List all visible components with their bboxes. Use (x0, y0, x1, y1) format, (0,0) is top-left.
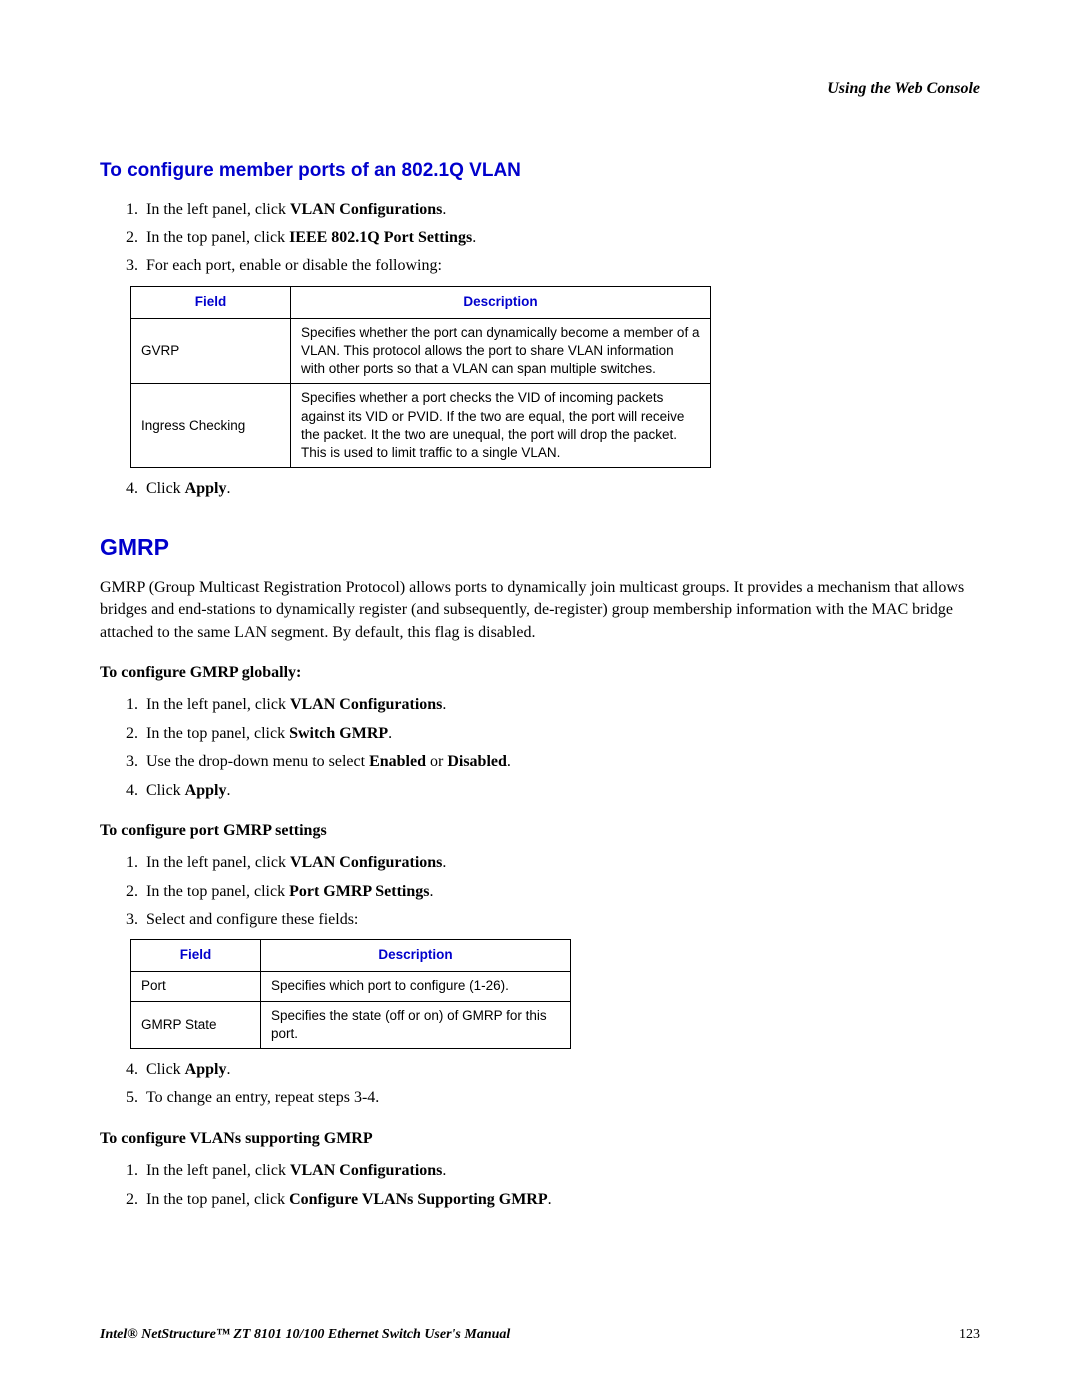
table-cell: Port (131, 972, 261, 1001)
section-heading-gmrp: GMRP (100, 531, 980, 563)
running-header: Using the Web Console (100, 80, 980, 98)
list-item: For each port, enable or disable the fol… (142, 255, 980, 277)
table-cell: GVRP (131, 318, 291, 384)
list-item: In the top panel, click Switch GMRP. (142, 723, 980, 745)
table-header-field: Field (131, 940, 261, 972)
table-cell: Specifies which port to configure (1-26)… (261, 972, 571, 1001)
table-header-field: Field (131, 286, 291, 318)
list-item: To change an entry, repeat steps 3-4. (142, 1087, 980, 1109)
table-row: Ingress Checking Specifies whether a por… (131, 384, 711, 468)
table-header-row: Field Description (131, 940, 571, 972)
list-item: In the left panel, click VLAN Configurat… (142, 852, 980, 874)
subheading-gmrp-port: To configure port GMRP settings (100, 820, 980, 842)
steps-list-gmrp-port-a: In the left panel, click VLAN Configurat… (100, 852, 980, 931)
footer-title: Intel® NetStructure™ ZT 8101 10/100 Ethe… (100, 1327, 510, 1343)
subheading-gmrp-vlans: To configure VLANs supporting GMRP (100, 1128, 980, 1150)
list-item: In the top panel, click Port GMRP Settin… (142, 881, 980, 903)
steps-list-gmrp-port-b: Click Apply. To change an entry, repeat … (100, 1059, 980, 1110)
steps-list-gmrp-global: In the left panel, click VLAN Configurat… (100, 694, 980, 802)
table-gmrp-fields: Field Description Port Specifies which p… (130, 939, 571, 1049)
table-header-description: Description (291, 286, 711, 318)
list-item: In the left panel, click VLAN Configurat… (142, 694, 980, 716)
list-item: Click Apply. (142, 1059, 980, 1081)
table-row: GVRP Specifies whether the port can dyna… (131, 318, 711, 384)
table-header-row: Field Description (131, 286, 711, 318)
table-cell: GMRP State (131, 1001, 261, 1048)
subheading-gmrp-global: To configure GMRP globally: (100, 662, 980, 684)
steps-list-1b: Click Apply. (100, 478, 980, 500)
table-cell: Specifies whether a port checks the VID … (291, 384, 711, 468)
table-cell: Specifies whether the port can dynamical… (291, 318, 711, 384)
list-item: Select and configure these fields: (142, 909, 980, 931)
table-row: Port Specifies which port to configure (… (131, 972, 571, 1001)
list-item: Click Apply. (142, 478, 980, 500)
section-heading-vlan: To configure member ports of an 802.1Q V… (100, 158, 980, 185)
page-footer: Intel® NetStructure™ ZT 8101 10/100 Ethe… (100, 1327, 980, 1343)
list-item: In the left panel, click VLAN Configurat… (142, 1160, 980, 1182)
table-row: GMRP State Specifies the state (off or o… (131, 1001, 571, 1048)
list-item: Use the drop-down menu to select Enabled… (142, 751, 980, 773)
steps-list-1a: In the left panel, click VLAN Configurat… (100, 199, 980, 278)
list-item: In the top panel, click Configure VLANs … (142, 1189, 980, 1211)
steps-list-gmrp-vlans: In the left panel, click VLAN Configurat… (100, 1160, 980, 1211)
table-header-description: Description (261, 940, 571, 972)
table-cell: Specifies the state (off or on) of GMRP … (261, 1001, 571, 1048)
list-item: Click Apply. (142, 780, 980, 802)
table-vlan-fields: Field Description GVRP Specifies whether… (130, 286, 711, 468)
list-item: In the left panel, click VLAN Configurat… (142, 199, 980, 221)
page-content: To configure member ports of an 802.1Q V… (100, 158, 980, 1211)
list-item: In the top panel, click IEEE 802.1Q Port… (142, 227, 980, 249)
table-cell: Ingress Checking (131, 384, 291, 468)
paragraph-gmrp-intro: GMRP (Group Multicast Registration Proto… (100, 577, 980, 644)
page-number: 123 (959, 1327, 980, 1343)
